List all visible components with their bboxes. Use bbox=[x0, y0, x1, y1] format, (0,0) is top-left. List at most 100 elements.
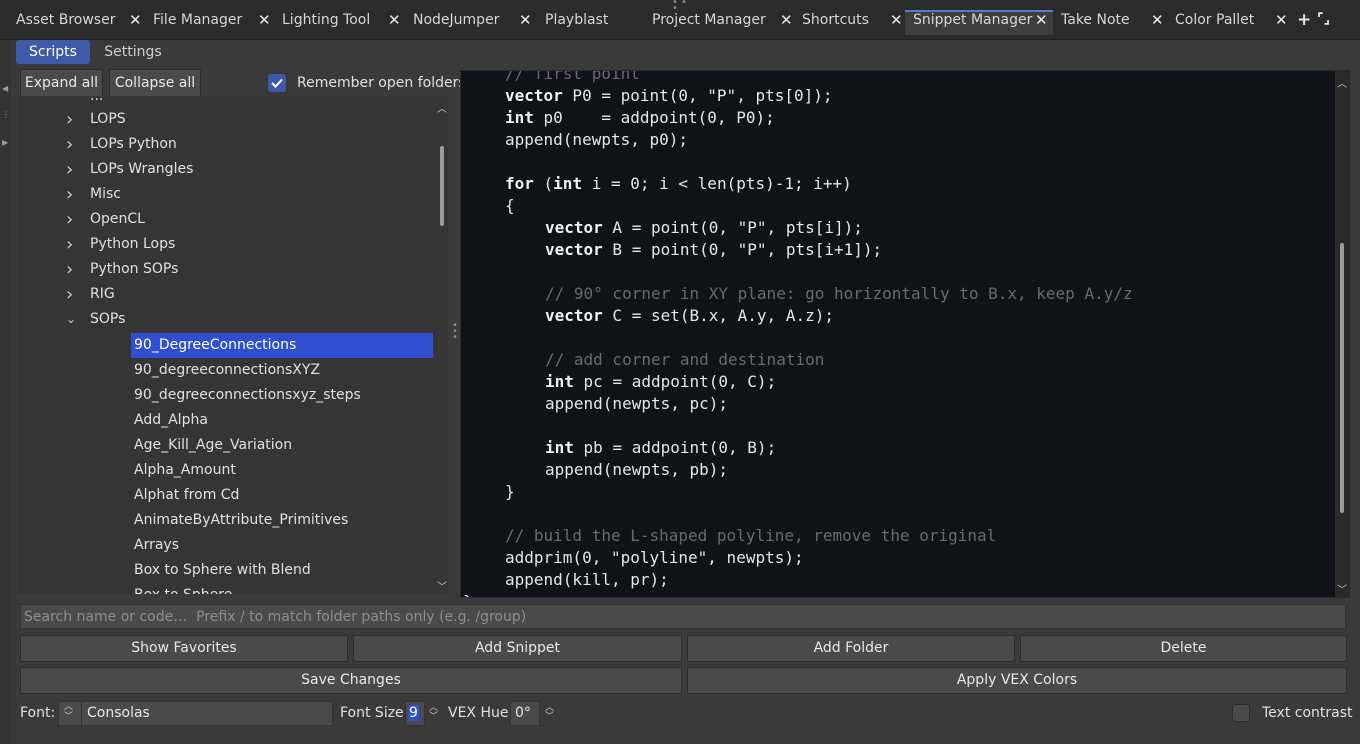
tab-nodejumper[interactable]: NodeJumper ✕ bbox=[405, 10, 537, 35]
add-snippet-label: Add Snippet bbox=[474, 640, 561, 656]
close-icon[interactable]: ✕ bbox=[1275, 11, 1288, 29]
tree-folder-opencl[interactable]: › OpenCL bbox=[18, 207, 432, 232]
tree-item[interactable]: 90_degreeconnectionsXYZ bbox=[131, 358, 433, 383]
snippet-manager-panel: Scripts Settings Expand all Collapse all… bbox=[11, 40, 1360, 744]
float-pane-icon[interactable]: ⌜⌟ bbox=[1317, 11, 1330, 27]
expand-right-icon[interactable]: ▶ bbox=[2, 138, 8, 147]
tree-item[interactable]: 90_DegreeConnections bbox=[131, 333, 433, 358]
tab-shortcuts[interactable]: Shortcuts ✕ bbox=[794, 10, 905, 35]
vex-hue-input[interactable]: 0° bbox=[510, 701, 540, 726]
tab-label: Playblast bbox=[545, 12, 609, 28]
tab-file-manager[interactable]: File Manager ✕ bbox=[145, 10, 274, 35]
apply-vex-colors-button[interactable]: Apply VEX Colors bbox=[687, 667, 1347, 694]
tree-folder-lops-wrangles[interactable]: › LOPs Wrangles bbox=[18, 157, 432, 182]
close-icon[interactable]: ✕ bbox=[258, 11, 271, 29]
tab-label: Project Manager bbox=[652, 12, 766, 28]
font-size-spinner-icon[interactable]: ︿ ﹀ bbox=[429, 704, 438, 722]
tab-take-note[interactable]: Take Note ✕ bbox=[1053, 10, 1167, 35]
text-contrast-checkbox[interactable] bbox=[1232, 704, 1250, 722]
vex-hue-spinner-icon[interactable]: ︿ ﹀ bbox=[545, 704, 554, 722]
chevron-right-icon[interactable]: › bbox=[66, 232, 73, 257]
chevron-right-icon[interactable]: › bbox=[66, 132, 73, 157]
tree-folder-sops[interactable]: ⌄ SOPs bbox=[18, 307, 432, 332]
tab-lighting-tool[interactable]: Lighting Tool ✕ bbox=[274, 10, 405, 35]
tree-item[interactable]: Alpha_Amount bbox=[131, 458, 433, 483]
chevron-right-icon[interactable]: › bbox=[66, 157, 73, 182]
drag-grip-icon[interactable]: • • • bbox=[672, 0, 692, 14]
chevron-down-icon[interactable]: ⌄ bbox=[66, 307, 76, 332]
tree-item[interactable]: Arrays bbox=[131, 533, 433, 558]
tree-folder-misc[interactable]: › Misc bbox=[18, 182, 432, 207]
close-icon[interactable]: ✕ bbox=[1151, 11, 1164, 29]
editor-scroll-thumb[interactable] bbox=[1340, 243, 1344, 513]
chevron-right-icon[interactable]: › bbox=[66, 107, 73, 132]
close-icon[interactable]: ✕ bbox=[388, 11, 401, 29]
tree-item[interactable]: Age_Kill_Age_Variation bbox=[131, 433, 433, 458]
tree-folder-lops[interactable]: › LOPS bbox=[18, 107, 432, 132]
code-comment: // 90° corner in XY plane: go horizontal… bbox=[545, 284, 1133, 303]
search-input[interactable] bbox=[20, 604, 1346, 629]
add-folder-button[interactable]: Add Folder bbox=[687, 635, 1015, 662]
vex-hue-value: 0° bbox=[515, 705, 531, 721]
font-size-input[interactable]: 9 bbox=[405, 701, 425, 726]
tab-project-manager[interactable]: Project Manager ✕ bbox=[644, 10, 794, 35]
remember-folders-checkbox[interactable] bbox=[268, 74, 286, 92]
scroll-down-icon[interactable]: ﹀ bbox=[436, 578, 448, 593]
tree-scrollbar[interactable]: ︿ ﹀ bbox=[436, 96, 448, 594]
collapse-left-icon[interactable]: ◀ bbox=[2, 84, 8, 93]
show-favorites-button[interactable]: Show Favorites bbox=[20, 635, 348, 662]
add-folder-label: Add Folder bbox=[813, 640, 889, 656]
tree-item[interactable]: Box to Sphere bbox=[131, 583, 433, 594]
close-icon[interactable]: ✕ bbox=[890, 11, 903, 29]
close-icon[interactable]: ✕ bbox=[129, 11, 142, 29]
chevron-right-icon[interactable]: › bbox=[66, 257, 73, 282]
tree-item[interactable]: Alphat from Cd bbox=[131, 483, 433, 508]
close-icon[interactable]: ✕ bbox=[1035, 11, 1048, 29]
code-line: vector B = point(0, "P", pts[i+1]); bbox=[545, 240, 883, 259]
font-select[interactable]: ︿ ﹀ Consolas bbox=[58, 701, 333, 726]
tree-folder-python-sops[interactable]: › Python SOPs bbox=[18, 257, 432, 282]
chevron-right-icon[interactable]: › bbox=[66, 182, 73, 207]
subtab-settings[interactable]: Settings bbox=[95, 40, 171, 64]
chevron-right-icon[interactable]: › bbox=[66, 282, 73, 307]
tree-item[interactable]: 90_degreeconnectionsxyz_steps bbox=[131, 383, 433, 408]
vex-hue-label: VEX Hue: bbox=[448, 705, 514, 721]
tree-item[interactable]: Add_Alpha bbox=[131, 408, 433, 433]
tab-label: Snippet Manager bbox=[913, 12, 1033, 28]
chevron-right-icon[interactable]: › bbox=[66, 207, 73, 232]
tree-scroll-thumb[interactable] bbox=[440, 146, 444, 226]
tab-snippet-manager[interactable]: Snippet Manager ✕ bbox=[905, 10, 1053, 35]
tab-label: Color Pallet bbox=[1175, 12, 1255, 28]
editor-scrollbar[interactable]: ︿ ﹀ bbox=[1335, 71, 1349, 597]
tree-item[interactable]: Box to Sphere with Blend bbox=[131, 558, 433, 583]
expand-all-button[interactable]: Expand all bbox=[20, 69, 103, 97]
splitter-handle[interactable]: • • • bbox=[452, 321, 458, 343]
tab-color-pallet[interactable]: Color Pallet ✕ bbox=[1167, 10, 1293, 35]
tree-folder-python-lops[interactable]: › Python Lops bbox=[18, 232, 432, 257]
tab-asset-browser[interactable]: Asset Browser ✕ bbox=[8, 10, 145, 35]
tree-folder-rig[interactable]: › RIG bbox=[18, 282, 432, 307]
close-icon[interactable]: ✕ bbox=[780, 11, 793, 29]
collapse-all-button[interactable]: Collapse all bbox=[109, 69, 201, 97]
close-icon[interactable]: ✕ bbox=[519, 11, 532, 29]
editor-scroll-up-icon[interactable]: ︿ bbox=[1335, 75, 1349, 90]
code-line: vector A = point(0, "P", pts[i]); bbox=[545, 218, 863, 237]
delete-button[interactable]: Delete bbox=[1020, 635, 1347, 662]
subtab-scripts[interactable]: Scripts bbox=[16, 40, 90, 64]
gutter-grip-icon[interactable]: ⋮ bbox=[2, 110, 10, 119]
code-line: } bbox=[463, 591, 473, 597]
tree-item[interactable]: AnimateByAttribute_Primitives bbox=[131, 508, 433, 533]
add-tab-icon[interactable]: + bbox=[1297, 10, 1311, 30]
font-value: Consolas bbox=[87, 705, 150, 721]
tab-label: Asset Browser bbox=[16, 12, 116, 28]
snippet-tree[interactable]: ... › LOPS › LOPs Python › LOPs Wrangles › Misc… bbox=[18, 96, 448, 594]
scroll-up-icon[interactable]: ︿ bbox=[436, 100, 448, 115]
editor-scroll-down-icon[interactable]: ﹀ bbox=[1335, 581, 1349, 596]
code-editor[interactable]: // first point vector P0 = point(0, "P", … bbox=[460, 70, 1350, 598]
add-snippet-button[interactable]: Add Snippet bbox=[353, 635, 682, 662]
tree-folder-lops-python[interactable]: › LOPs Python bbox=[18, 132, 432, 157]
save-changes-button[interactable]: Save Changes bbox=[20, 667, 682, 694]
tab-playblast[interactable]: Playblast bbox=[537, 10, 644, 35]
code-line: append(newpts, p0); bbox=[505, 130, 689, 149]
tree-folder-label: RIG bbox=[90, 286, 115, 302]
